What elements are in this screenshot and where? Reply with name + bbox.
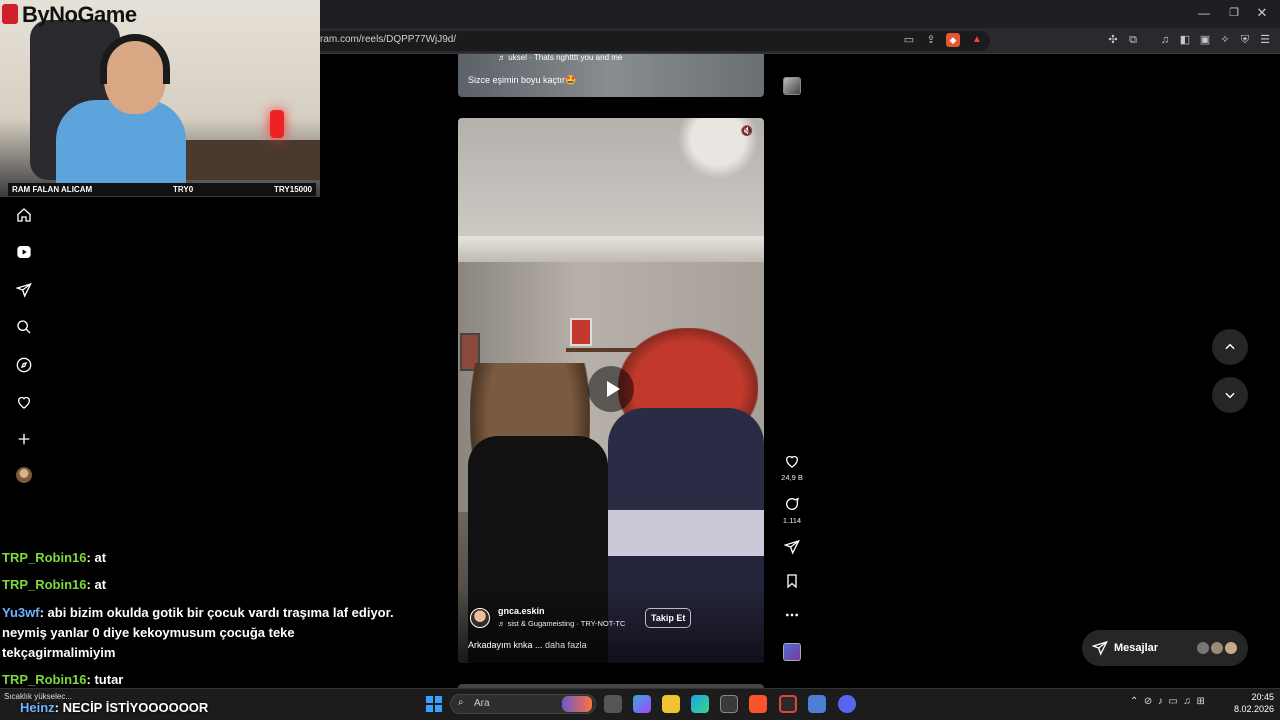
- like-count: 24,9 B: [781, 473, 803, 482]
- reel-caption-text: Arkadayım knka ...: [468, 640, 543, 650]
- chat-message: Yu3wf: abi bizim okulda gotik bir çocuk …: [2, 605, 394, 660]
- extensions-icon[interactable]: ✣: [1106, 33, 1120, 47]
- previous-reel-audio-thumb[interactable]: [783, 77, 801, 95]
- bookmark-icon[interactable]: [782, 571, 802, 591]
- webcam-overlay: ByNoGame RAM FALAN ALICAM TRY0 TRY15000: [0, 0, 320, 197]
- explore-icon[interactable]: [14, 355, 34, 375]
- message-avatar: [1210, 641, 1224, 655]
- leo-ai-icon[interactable]: ✧: [1218, 33, 1232, 47]
- video-molding: [458, 236, 764, 262]
- windows-start-icon[interactable]: [426, 696, 442, 712]
- app-icon[interactable]: [808, 695, 826, 713]
- direct-icon[interactable]: [14, 280, 34, 300]
- like-heart-icon[interactable]: [782, 451, 802, 471]
- stream-logo: ByNoGame: [22, 2, 137, 27]
- donation-target: TRY15000: [274, 185, 312, 194]
- chat-message: TRP_Robin16: tutar: [2, 672, 124, 687]
- chat-username: Heinz: [20, 700, 55, 715]
- discord-icon[interactable]: [838, 695, 856, 713]
- wallet-icon[interactable]: ▣: [1198, 33, 1212, 47]
- copilot-icon[interactable]: [633, 695, 651, 713]
- current-reel-video[interactable]: 🔇 gnca.eskin ♬ sist & Gugameisting · TRY…: [458, 118, 764, 663]
- chat-overlay-message: Heinz: NECİP İSTİYOOOOOOR: [20, 700, 209, 715]
- donation-current: TRY0: [173, 185, 194, 194]
- comment-count: 1.114: [782, 516, 802, 525]
- home-icon[interactable]: [14, 205, 34, 225]
- direct-icon: [1092, 640, 1108, 656]
- search-icon: ⌕: [458, 697, 464, 708]
- brave-rewards-icon[interactable]: ▲: [970, 33, 984, 47]
- microphone-icon: [270, 110, 284, 138]
- clock-time[interactable]: 20:45: [1234, 692, 1274, 702]
- chat-username: TRP_Robin16: [2, 672, 87, 687]
- heart-icon[interactable]: [14, 392, 34, 412]
- chat-text: NECİP İSTİYOOOOOOR: [59, 700, 209, 715]
- messages-button[interactable]: Mesajlar: [1082, 630, 1248, 666]
- share-icon[interactable]: [782, 537, 802, 557]
- menu-icon[interactable]: ☰: [1258, 33, 1272, 47]
- brave-icon[interactable]: [749, 695, 767, 713]
- minimize-icon[interactable]: —: [1196, 6, 1212, 22]
- screenshot-icon[interactable]: ⧉: [1126, 33, 1140, 47]
- chat-message: TRP_Robin16: at: [2, 550, 107, 565]
- task-view-icon[interactable]: [604, 695, 622, 713]
- donation-goal-bar: RAM FALAN ALICAM TRY0 TRY15000: [8, 183, 316, 196]
- reel-caption-more-link[interactable]: daha fazla: [545, 640, 587, 650]
- store-icon[interactable]: [720, 695, 738, 713]
- vpn-icon[interactable]: ⛨: [1238, 33, 1252, 47]
- follow-button[interactable]: Takip Et: [645, 608, 692, 628]
- message-avatar: [1196, 641, 1210, 655]
- sidebar-icon[interactable]: ◧: [1178, 33, 1192, 47]
- obs-icon[interactable]: [779, 695, 797, 713]
- media-icon[interactable]: ♫: [1158, 33, 1172, 47]
- system-tray[interactable]: ⌃ ⊘ ♪ ▭ ♫ ⊞: [1130, 696, 1205, 707]
- create-icon[interactable]: [14, 429, 34, 449]
- more-options-icon[interactable]: [782, 605, 802, 625]
- reels-icon[interactable]: [14, 242, 34, 262]
- messages-label: Mesajlar: [1114, 642, 1159, 654]
- reel-author-username[interactable]: gnca.eskin: [498, 606, 545, 616]
- donation-goal-label: RAM FALAN ALICAM: [12, 185, 93, 194]
- search-icon[interactable]: [14, 317, 34, 337]
- message-avatar: [1224, 641, 1238, 655]
- search-highlight-icon: [562, 696, 592, 712]
- audio-thumbnail[interactable]: [783, 643, 801, 661]
- webcam-streamer-body: [56, 100, 186, 185]
- chat-text: at: [90, 577, 107, 592]
- share-icon[interactable]: ⇪: [924, 33, 938, 47]
- chat-username: TRP_Robin16: [2, 550, 87, 565]
- next-reel-button[interactable]: [1212, 377, 1248, 413]
- maximize-icon[interactable]: ❐: [1226, 6, 1242, 22]
- edge-icon[interactable]: [691, 695, 709, 713]
- stream-logo-icon: [2, 4, 18, 24]
- chat-text: abi bizim okulda gotik bir çocuk vardı t…: [2, 605, 394, 660]
- cast-icon[interactable]: ▭: [902, 33, 916, 47]
- address-bar-url[interactable]: ram.com/reels/DQPP77WjJ9d/: [320, 34, 456, 45]
- video-wall-frame: [570, 318, 592, 346]
- chat-text: tutar: [90, 672, 124, 687]
- chevron-down-icon: [1225, 392, 1235, 399]
- reel-caption: Arkadayım knka ... daha fazla: [468, 640, 587, 650]
- mute-icon[interactable]: 🔇: [739, 126, 755, 142]
- close-icon[interactable]: ✕: [1254, 5, 1270, 21]
- reel-audio-track[interactable]: ♬ sist & Gugameisting · TRY-NOT-TC: [498, 619, 625, 628]
- play-icon[interactable]: [588, 366, 634, 412]
- previous-reel-caption: Sizce eşimin boyu kaçtır🤩: [468, 75, 577, 85]
- file-explorer-icon[interactable]: [662, 695, 680, 713]
- webcam-desk: [180, 140, 320, 180]
- profile-avatar[interactable]: [16, 467, 32, 483]
- previous-reel-audio[interactable]: ♬ uksel · Thats nghtttt you and me: [498, 53, 622, 62]
- reel-author-avatar[interactable]: [470, 608, 490, 628]
- clock-date[interactable]: 8.02.2026: [1228, 704, 1274, 714]
- taskbar-search-placeholder[interactable]: Ara: [474, 698, 490, 709]
- chat-text: at: [90, 550, 107, 565]
- previous-reel-button[interactable]: [1212, 329, 1248, 365]
- chat-message: TRP_Robin16: at: [2, 577, 107, 592]
- comment-icon[interactable]: [782, 494, 802, 514]
- chevron-up-icon: [1225, 343, 1235, 350]
- brave-shield-icon[interactable]: ◆: [946, 33, 960, 47]
- chat-username: Yu3wf: [2, 605, 40, 620]
- chat-username: TRP_Robin16: [2, 577, 87, 592]
